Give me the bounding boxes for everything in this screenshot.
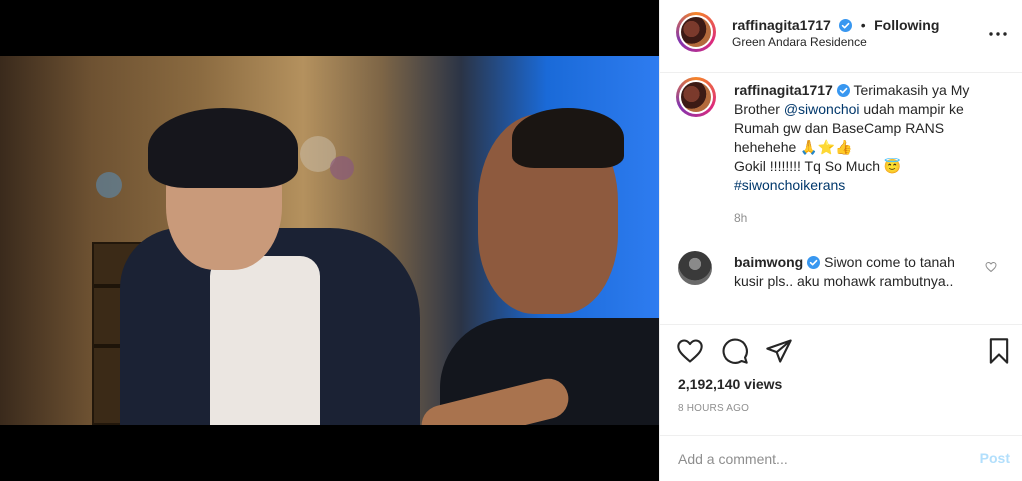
heart-icon[interactable] xyxy=(676,337,704,365)
post-comment-button[interactable]: Post xyxy=(980,450,1010,466)
header-separator: • xyxy=(860,17,866,33)
person-left-hair xyxy=(148,108,298,188)
person-right-hair xyxy=(512,108,624,168)
caption-username[interactable]: raffinagita1717 xyxy=(734,82,833,98)
share-icon[interactable] xyxy=(765,337,793,365)
caption-timestamp[interactable]: 8h xyxy=(734,211,747,225)
caption-line-2: Gokil !!!!!!!! Tq So Much 😇 xyxy=(734,158,902,174)
post-timestamp[interactable]: 8 HOURS AGO xyxy=(678,403,749,414)
comment-username[interactable]: baimwong xyxy=(734,254,803,270)
avatar[interactable] xyxy=(676,12,716,52)
comments-section: raffinagita1717 Terimakasih ya My Brothe… xyxy=(660,73,1022,325)
post-media xyxy=(0,0,659,481)
view-count[interactable]: 2,192,140 views xyxy=(678,376,782,392)
background-decor xyxy=(96,172,122,198)
action-bar xyxy=(660,325,1022,375)
post-header: raffinagita1717 • Following Green Andara… xyxy=(660,0,1022,73)
verified-badge-icon xyxy=(839,19,853,32)
header-title-row: raffinagita1717 • Following xyxy=(732,17,939,35)
post-sidebar: raffinagita1717 • Following Green Andara… xyxy=(659,0,1022,481)
verified-badge-icon xyxy=(807,256,821,269)
post-location[interactable]: Green Andara Residence xyxy=(732,35,867,49)
comment-item: baimwong Siwon come to tanah kusir pls..… xyxy=(734,253,974,291)
caption-avatar[interactable] xyxy=(676,77,716,117)
video-player[interactable] xyxy=(0,56,659,425)
person-left-shirt xyxy=(210,256,320,425)
background-decor xyxy=(330,156,354,180)
more-options-button[interactable] xyxy=(988,24,1008,44)
comment-icon[interactable] xyxy=(721,337,749,365)
bookmark-icon[interactable] xyxy=(985,337,1013,365)
post-author-username[interactable]: raffinagita1717 xyxy=(732,17,831,33)
verified-badge-icon xyxy=(836,84,850,97)
hashtag-link[interactable]: #siwonchoikerans xyxy=(734,177,845,193)
comment-input[interactable] xyxy=(676,444,960,474)
heart-icon[interactable] xyxy=(985,261,997,273)
caption: raffinagita1717 Terimakasih ya My Brothe… xyxy=(734,81,1000,195)
instagram-post-modal: raffinagita1717 • Following Green Andara… xyxy=(0,0,1022,481)
add-comment-bar: Post xyxy=(660,435,1022,481)
mention-link[interactable]: @siwonchoi xyxy=(784,101,860,117)
following-button[interactable]: Following xyxy=(874,17,939,33)
more-options-icon xyxy=(989,32,1007,36)
commenter-avatar[interactable] xyxy=(678,251,712,285)
